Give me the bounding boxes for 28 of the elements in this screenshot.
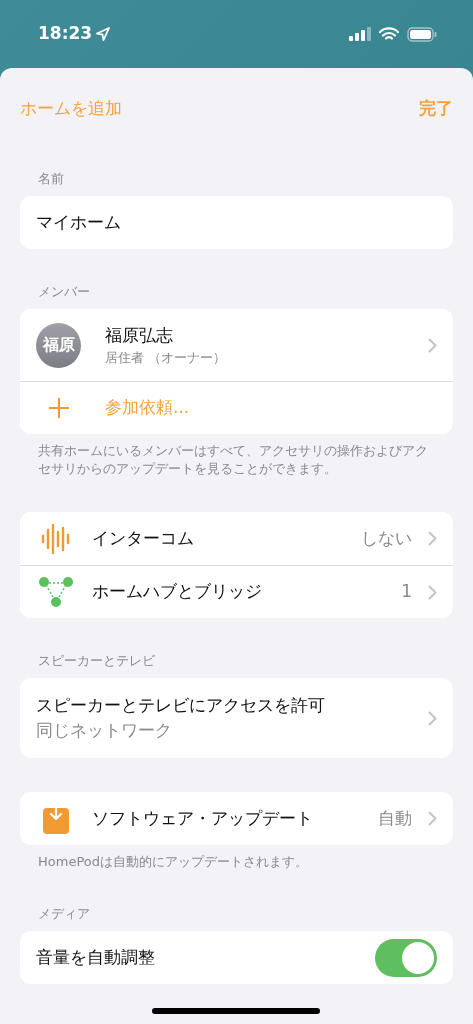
network-nodes-icon — [38, 577, 74, 607]
wifi-icon — [379, 27, 399, 41]
section-header: スピーカーとテレビ — [37, 652, 156, 670]
row-label: 音量を自動調整 — [36, 945, 156, 969]
section-header: メディア — [37, 905, 91, 923]
battery-icon — [407, 26, 437, 42]
chevron-icon — [428, 584, 437, 600]
plus-icon — [47, 397, 70, 419]
section-footer: 共有ホームにいるメンバーはすべて、アクセサリの操作およびアクセサリからのアップデートを見ることができます。 — [20, 434, 453, 478]
avatar: 福原 — [36, 322, 81, 368]
sound-wave-icon — [41, 522, 71, 555]
location-arrow-icon — [96, 27, 111, 41]
signal-icon — [349, 27, 371, 41]
toggle-switch[interactable] — [375, 938, 437, 977]
section-header: 名前 — [37, 170, 65, 188]
section-footer: HomePodは自動的にアップデートされます。 — [20, 845, 453, 871]
row-detail: しない — [361, 526, 412, 550]
chevron-icon — [428, 531, 437, 546]
row-detail: 1 — [401, 580, 412, 604]
status-time: 18:23 — [38, 22, 93, 46]
member-role: 居住者 （オーナー） — [105, 349, 228, 367]
row-subtitle: 同じネットワーク — [36, 719, 173, 742]
member-name: 福原弘志 — [105, 323, 174, 347]
section-header: メンバー — [37, 283, 91, 301]
chevron-icon — [428, 337, 437, 353]
row-detail: 自動 — [378, 806, 412, 830]
chevron-icon — [428, 811, 437, 826]
chevron-icon — [428, 710, 437, 726]
